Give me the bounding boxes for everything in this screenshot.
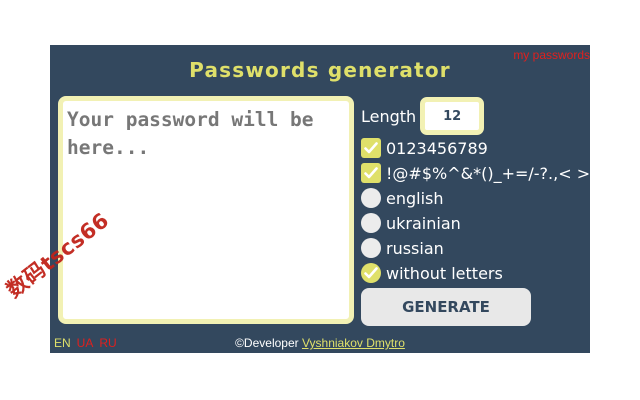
generate-button[interactable]: GENERATE — [361, 288, 531, 326]
password-generator-panel: Passwords generator my passwords Length … — [50, 45, 590, 353]
english-radio[interactable] — [361, 188, 381, 208]
ukrainian-radio[interactable] — [361, 213, 381, 233]
length-row: Length 12 — [361, 97, 485, 135]
footer: ©Developer Vyshniakov Dmytro — [50, 336, 590, 350]
option-label: !@#$%^&*()_+=/-?.,< > — [386, 163, 591, 183]
option-label: russian — [386, 238, 444, 258]
symbols-checkbox[interactable] — [361, 163, 381, 183]
my-passwords-link[interactable]: my passwords — [513, 48, 590, 62]
option-english[interactable]: english — [361, 188, 444, 208]
lang-ua[interactable]: UA — [77, 336, 94, 350]
option-russian[interactable]: russian — [361, 238, 444, 258]
without-letters-radio[interactable] — [361, 263, 381, 283]
lang-ru[interactable]: RU — [99, 336, 116, 350]
option-symbols[interactable]: !@#$%^&*()_+=/-?.,< > — [361, 163, 590, 183]
password-output-box — [58, 96, 354, 324]
check-icon — [364, 142, 378, 154]
language-switcher: EN UA RU — [54, 336, 117, 350]
password-output-field[interactable] — [63, 101, 349, 319]
russian-radio[interactable] — [361, 238, 381, 258]
length-input[interactable]: 12 — [420, 97, 485, 135]
option-ukrainian[interactable]: ukrainian — [361, 213, 461, 233]
option-label: without letters — [386, 263, 503, 283]
check-icon — [364, 167, 378, 179]
option-without-letters[interactable]: without letters — [361, 263, 503, 283]
option-label: 0123456789 — [386, 138, 488, 158]
option-label: english — [386, 188, 444, 208]
digits-checkbox[interactable] — [361, 138, 381, 158]
app-title: Passwords generator — [189, 58, 451, 82]
option-label: ukrainian — [386, 213, 461, 233]
length-label: Length — [361, 106, 417, 126]
lang-en[interactable]: EN — [54, 336, 71, 350]
option-digits[interactable]: 0123456789 — [361, 138, 488, 158]
footer-prefix: ©Developer — [235, 336, 302, 350]
check-icon — [364, 267, 378, 279]
developer-link[interactable]: Vyshniakov Dmytro — [302, 336, 405, 350]
